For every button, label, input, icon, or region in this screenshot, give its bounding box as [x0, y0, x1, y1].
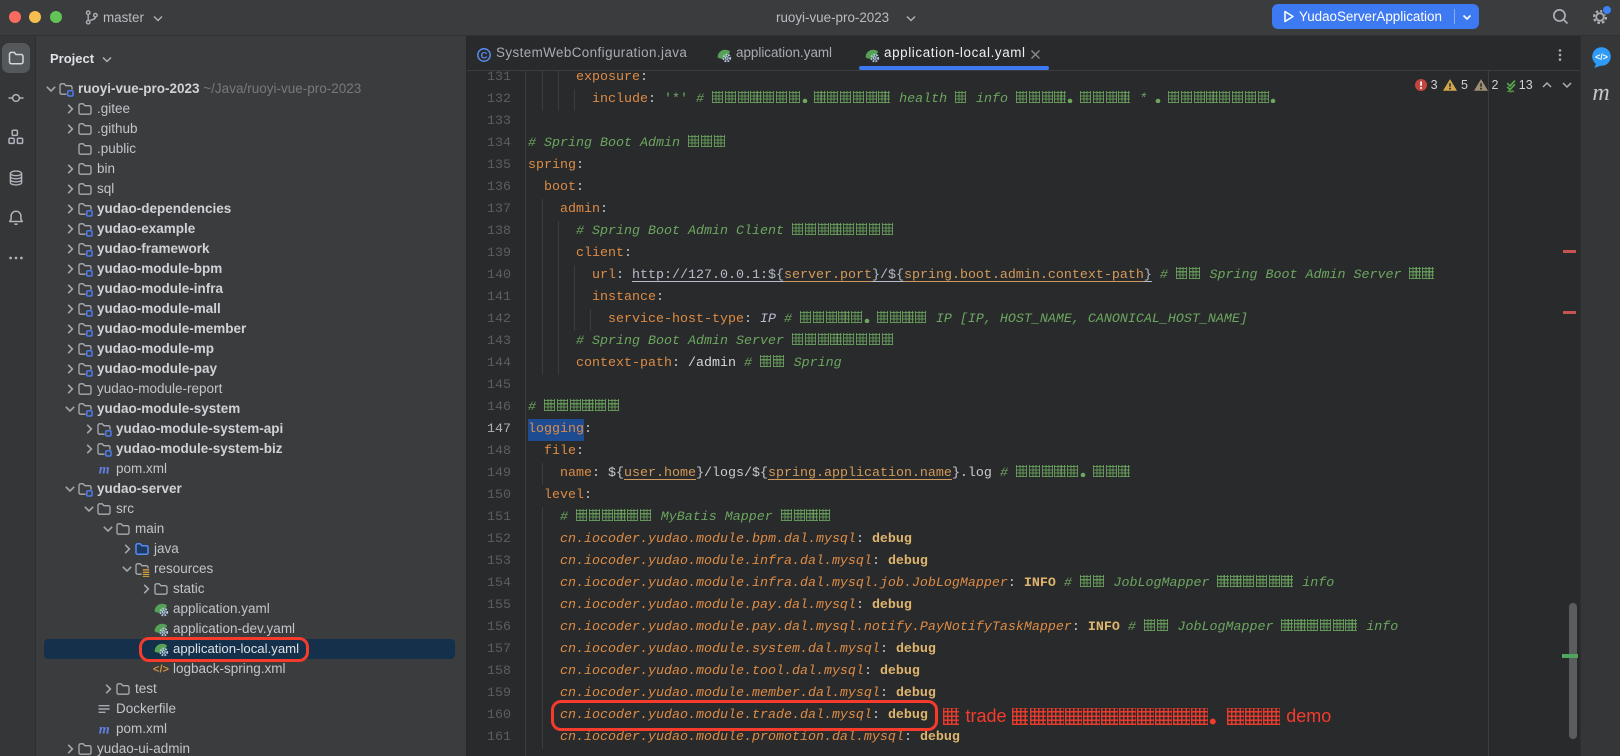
svg-text:</>: </>: [153, 664, 169, 676]
svg-text:m: m: [99, 462, 110, 477]
svg-text:</>: </>: [1595, 52, 1608, 62]
svg-text:m: m: [99, 722, 110, 737]
svg-text:C: C: [481, 50, 488, 61]
